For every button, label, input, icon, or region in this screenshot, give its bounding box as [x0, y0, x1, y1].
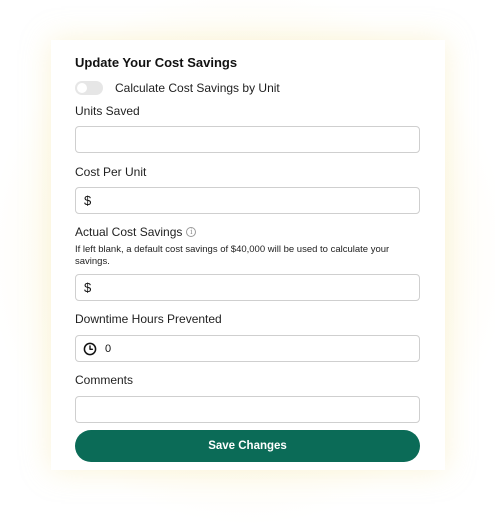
actual-cost-savings-label: Actual Cost Savings [75, 225, 183, 239]
actual-cost-savings-field[interactable]: $ [75, 274, 420, 301]
comments-input[interactable] [76, 397, 419, 422]
cost-per-unit-input[interactable] [91, 188, 419, 213]
downtime-hours-field[interactable] [75, 335, 420, 362]
comments-field[interactable] [75, 396, 420, 423]
actual-cost-savings-label-row: Actual Cost Savings i [75, 225, 197, 239]
actual-cost-savings-helper: If left blank, a default cost savings of… [75, 244, 390, 267]
page-background: Update Your Cost Savings Calculate Cost … [0, 0, 495, 531]
calculate-by-unit-toggle[interactable] [75, 81, 103, 95]
units-saved-label: Units Saved [75, 104, 140, 118]
downtime-hours-input[interactable] [97, 336, 419, 361]
toggle-label: Calculate Cost Savings by Unit [115, 81, 280, 95]
toggle-knob [77, 83, 87, 93]
downtime-hours-label: Downtime Hours Prevented [75, 312, 222, 326]
cost-savings-form: Update Your Cost Savings Calculate Cost … [51, 40, 445, 470]
form-title: Update Your Cost Savings [75, 55, 238, 70]
currency-prefix: $ [84, 280, 92, 295]
actual-cost-savings-input[interactable] [91, 275, 419, 300]
currency-prefix: $ [84, 193, 92, 208]
comments-label: Comments [75, 373, 134, 387]
cost-per-unit-field[interactable]: $ [75, 187, 420, 214]
save-changes-button[interactable]: Save Changes [75, 430, 420, 462]
units-saved-input[interactable] [76, 127, 419, 152]
units-saved-field[interactable] [75, 126, 420, 153]
cost-per-unit-label: Cost Per Unit [75, 165, 147, 179]
info-icon[interactable]: i [186, 227, 197, 237]
calculate-by-unit-toggle-row[interactable]: Calculate Cost Savings by Unit [75, 80, 280, 96]
clock-icon [83, 342, 97, 355]
